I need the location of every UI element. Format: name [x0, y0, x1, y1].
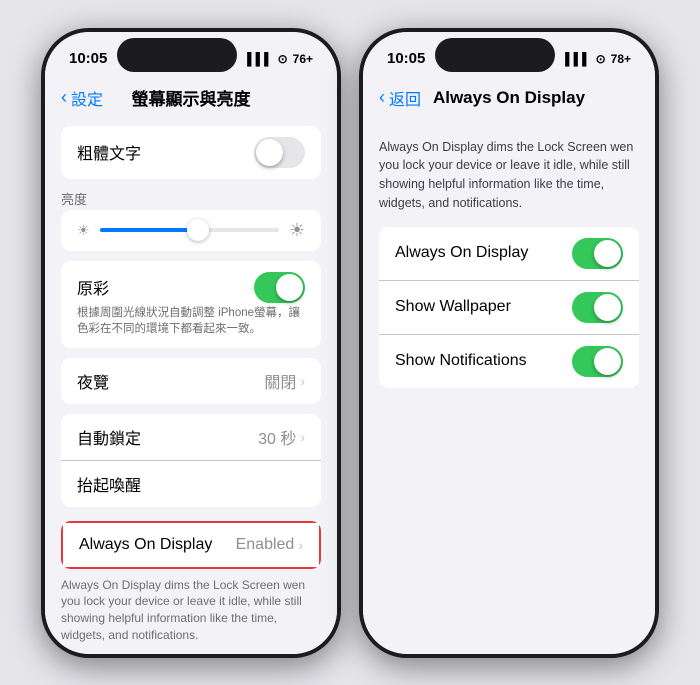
wallpaper-toggle-knob	[594, 294, 621, 321]
truetone-toggle[interactable]	[254, 272, 305, 303]
dynamic-island-left	[117, 38, 237, 72]
brightness-label: 亮度	[45, 189, 337, 210]
notifications-toggle-label: Show Notifications	[395, 352, 527, 370]
sun-large-icon: ☀	[289, 220, 305, 241]
aod-description-left: Always On Display dims the Lock Screen w…	[45, 573, 337, 652]
signal-icon-left: ▌▌▌	[247, 52, 273, 66]
aod-toggle-label: Always On Display	[395, 244, 528, 262]
time-right: 10:05	[387, 50, 425, 67]
raise-wake-label: 抬起喚醒	[77, 472, 141, 496]
night-shift-label: 夜覽	[77, 369, 109, 393]
nav-title-left: 螢幕顯示與亮度	[132, 85, 251, 110]
aod-toggle-knob	[594, 240, 621, 267]
right-phone: 10:05 ▌▌▌ ⊙ 78+ ‹ 返回 Always On Display A…	[359, 28, 659, 658]
brightness-row[interactable]: ☀ ☀	[61, 210, 321, 251]
raise-wake-item[interactable]: 抬起喚醒	[61, 461, 321, 507]
bold-text-item[interactable]: 粗體文字	[61, 126, 321, 179]
back-button-right[interactable]: ‹ 返回	[379, 86, 421, 110]
brightness-thumb	[187, 219, 209, 241]
back-chevron-right: ‹	[379, 87, 385, 108]
truetone-group: 原彩 根據周圍光線狀況自動調整 iPhone螢幕，讓色彩在不同的環境下都看起來一…	[61, 261, 321, 348]
truetone-item[interactable]: 原彩 根據周圍光線狀況自動調整 iPhone螢幕，讓色彩在不同的環境下都看起來一…	[61, 261, 321, 348]
nav-title-right: Always On Display	[433, 88, 585, 108]
bold-text-group: 粗體文字	[61, 126, 321, 179]
aod-toggle[interactable]	[572, 238, 623, 269]
aod-label-left: Always On Display	[79, 536, 212, 554]
night-shift-group: 夜覽 關閉 ›	[61, 358, 321, 404]
truetone-description: 根據周圍光線狀況自動調整 iPhone螢幕，讓色彩在不同的環境下都看起來一致。	[77, 305, 305, 337]
aod-settings-group: Always On Display Show Wallpaper Show No…	[379, 227, 639, 388]
notifications-toggle-item[interactable]: Show Notifications	[379, 335, 639, 388]
toggle-knob	[256, 139, 283, 166]
autolock-chevron: ›	[300, 429, 305, 445]
battery-left: 76+	[293, 52, 313, 66]
truetone-label: 原彩	[77, 275, 109, 299]
signal-icon-right: ▌▌▌	[565, 52, 591, 66]
back-chevron-left: ‹	[61, 87, 67, 108]
notifications-toggle[interactable]	[572, 346, 623, 377]
night-shift-value: 關閉 ›	[264, 369, 305, 393]
wallpaper-toggle-item[interactable]: Show Wallpaper	[379, 281, 639, 335]
status-icons-left: ▌▌▌ ⊙ 76+	[247, 52, 313, 66]
back-button-left[interactable]: ‹ 設定	[61, 86, 103, 110]
battery-right: 78+	[611, 52, 631, 66]
aod-page-description: Always On Display dims the Lock Screen w…	[363, 130, 655, 227]
aod-toggle-item[interactable]: Always On Display	[379, 227, 639, 281]
status-bar-right: 10:05 ▌▌▌ ⊙ 78+	[363, 32, 655, 78]
back-label-right: 返回	[389, 86, 421, 110]
time-left: 10:05	[69, 50, 107, 67]
toggle-knob-2	[276, 274, 303, 301]
brightness-fill	[100, 228, 199, 232]
nav-bar-right: ‹ 返回 Always On Display	[363, 78, 655, 118]
autolock-text: 30 秒	[258, 425, 296, 449]
bold-text-label: 粗體文字	[77, 140, 141, 164]
status-bar-left: 10:05 ▌▌▌ ⊙ 76+	[45, 32, 337, 78]
wifi-icon-left: ⊙	[278, 52, 288, 66]
aod-item[interactable]: Always On Display Enabled ›	[63, 523, 319, 567]
wifi-icon-right: ⊙	[596, 52, 606, 66]
content-right: Always On Display dims the Lock Screen w…	[363, 118, 655, 654]
brightness-track[interactable]	[100, 228, 279, 232]
sun-small-icon: ☀	[77, 222, 90, 239]
aod-value: Enabled ›	[236, 536, 303, 554]
wallpaper-toggle[interactable]	[572, 292, 623, 323]
left-phone: 10:05 ▌▌▌ ⊙ 76+ ‹ 設定 螢幕顯示與亮度 粗體文字	[41, 28, 341, 658]
nav-bar-left: ‹ 設定 螢幕顯示與亮度	[45, 78, 337, 118]
bold-text-toggle[interactable]	[254, 137, 305, 168]
night-shift-item[interactable]: 夜覽 關閉 ›	[61, 358, 321, 404]
aod-group-highlighted: Always On Display Enabled ›	[61, 521, 321, 569]
night-shift-chevron: ›	[300, 373, 305, 389]
autolock-value: 30 秒 ›	[258, 425, 305, 449]
content-left: 粗體文字 亮度 ☀ ☀	[45, 118, 337, 654]
night-shift-text: 關閉	[264, 369, 296, 393]
status-icons-right: ▌▌▌ ⊙ 78+	[565, 52, 631, 66]
autolock-group: 自動鎖定 30 秒 › 抬起喚醒	[61, 414, 321, 507]
dynamic-island-right	[435, 38, 555, 72]
wallpaper-toggle-label: Show Wallpaper	[395, 298, 511, 316]
notifications-toggle-knob	[594, 348, 621, 375]
autolock-item[interactable]: 自動鎖定 30 秒 ›	[61, 414, 321, 461]
autolock-label: 自動鎖定	[77, 425, 141, 449]
aod-chevron: ›	[298, 537, 303, 553]
aod-value-text: Enabled	[236, 536, 295, 554]
screen-section-title: 螢幕	[45, 652, 337, 654]
back-label-left: 設定	[71, 86, 103, 110]
